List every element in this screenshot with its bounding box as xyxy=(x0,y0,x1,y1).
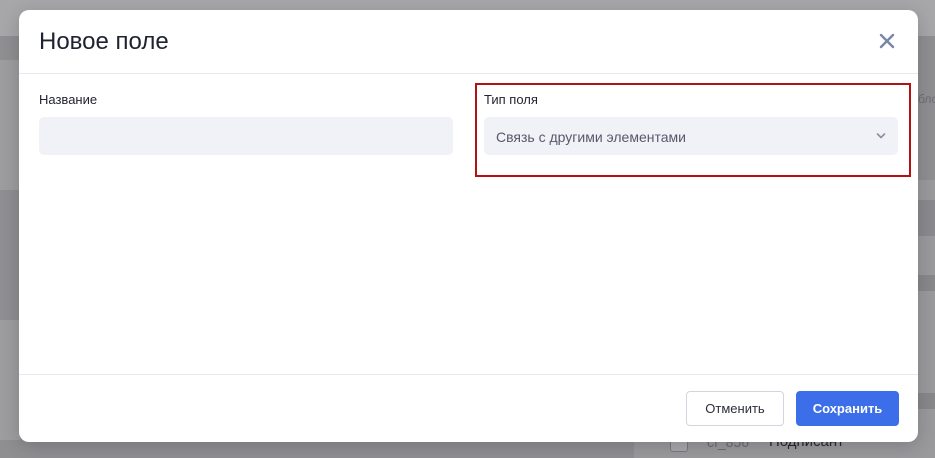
field-type-select[interactable]: Связь с другими элементами xyxy=(484,117,898,155)
dialog-header: Новое поле xyxy=(19,10,918,74)
save-button[interactable]: Сохранить xyxy=(796,391,899,426)
chevron-down-icon xyxy=(876,133,886,139)
cancel-button[interactable]: Отменить xyxy=(686,391,784,426)
field-type-label: Тип поля xyxy=(484,92,538,107)
background-right-chip-lower xyxy=(918,393,935,409)
background-left-card-lower xyxy=(0,320,20,440)
name-input[interactable] xyxy=(39,117,453,155)
background-right-chip xyxy=(918,275,935,291)
new-field-dialog: Новое поле Название Тип поля Связь с дру… xyxy=(19,10,918,442)
dialog-footer: Отменить Сохранить xyxy=(19,374,918,442)
background-right-strip xyxy=(918,200,935,236)
name-field-label: Название xyxy=(39,92,98,107)
field-type-selected-value: Связь с другими элементами xyxy=(496,129,686,145)
close-button[interactable] xyxy=(876,30,898,52)
close-icon xyxy=(879,33,895,49)
background-left-card xyxy=(0,60,20,190)
background-hint-text: бло xyxy=(918,92,935,106)
dialog-title: Новое поле xyxy=(39,28,169,55)
